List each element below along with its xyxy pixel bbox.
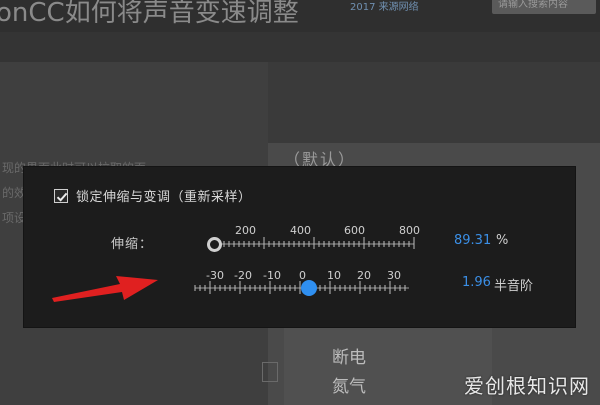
stretch-tick-label: 200	[235, 224, 256, 237]
stretch-tick-label: 600	[344, 224, 365, 237]
stretch-value[interactable]: 89.31	[454, 233, 491, 248]
background-page-subtitle: 2017 来源网络	[350, 2, 419, 13]
background-page-title: onCC如何将声音变速调整	[0, 0, 299, 28]
background-preset-list	[284, 318, 492, 405]
list-item[interactable]: 断电	[332, 343, 366, 368]
background-header: onCC如何将声音变速调整 2017 来源网络 请输入搜索内容	[0, 0, 600, 32]
stretch-slider-thumb[interactable]	[207, 237, 222, 252]
stretch-unit: %	[496, 233, 509, 248]
red-arrow-icon	[52, 276, 158, 302]
lock-checkbox-label: 锁定伸缩与变调（重新采样）	[76, 190, 252, 205]
background-band	[0, 32, 600, 62]
checkmark-icon	[56, 192, 68, 202]
list-item[interactable]: 氮气	[332, 372, 366, 397]
lock-stretch-pitch-option[interactable]: 锁定伸缩与变调（重新采样）	[54, 186, 252, 205]
pitch-unit: 半音阶	[494, 279, 534, 294]
background-search-input[interactable]: 请输入搜索内容	[492, 0, 596, 14]
pitch-value[interactable]: 1.96	[462, 275, 491, 290]
article-line: 项设	[2, 211, 27, 225]
pitch-slider-thumb[interactable]	[301, 280, 317, 296]
article-line: 的效	[2, 186, 27, 200]
stretch-slider-track[interactable]	[194, 237, 424, 251]
background-side-box	[262, 362, 278, 382]
stretch-tick-label: 800	[399, 224, 420, 237]
watermark-logo: 爱创根知识网	[464, 374, 590, 398]
stretch-tick-label: 400	[290, 224, 311, 237]
stretch-label: 伸缩：	[111, 237, 154, 252]
lock-checkbox[interactable]	[54, 188, 68, 203]
